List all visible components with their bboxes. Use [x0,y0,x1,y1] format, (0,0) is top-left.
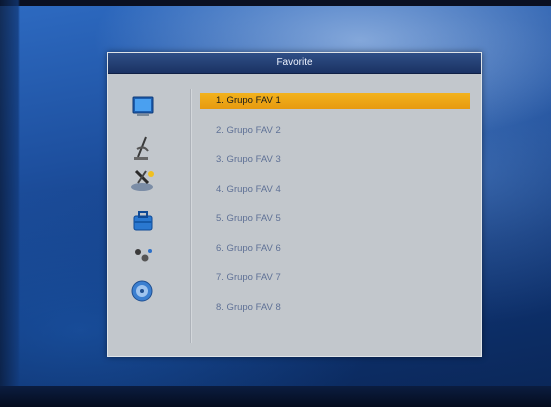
favorite-group-item[interactable]: 5. Grupo FAV 5 [200,211,470,227]
favorite-menu-window: Favorite 1. Grupo FAV 1 2. Grupo FAV 2 3… [107,52,482,357]
favorite-group-item[interactable]: 1. Grupo FAV 1 [200,93,470,109]
favorite-group-item[interactable]: 8. Grupo FAV 8 [200,300,470,316]
satellite-dish-icon[interactable] [128,135,158,160]
favorite-group-label: 8. Grupo FAV 8 [216,301,281,313]
favorite-group-item[interactable]: 4. Grupo FAV 4 [200,182,470,198]
configuration-tools-icon[interactable] [128,165,158,191]
screen-top-edge [0,0,551,6]
toolbox-icon[interactable] [128,209,158,233]
favorite-group-item[interactable]: 6. Grupo FAV 6 [200,241,470,257]
favorite-group-label: 3. Grupo FAV 3 [216,154,281,165]
favorite-group-label: 7. Grupo FAV 7 [216,272,281,283]
favorite-groups-list: 1. Grupo FAV 1 2. Grupo FAV 2 3. Grupo F… [200,93,470,329]
screen-bottom-edge [0,386,551,407]
media-disc-icon[interactable] [128,278,158,302]
column-divider [190,89,192,343]
favorite-group-label: 4. Grupo FAV 4 [216,183,281,195]
favorite-group-label: 2. Grupo FAV 2 [216,124,281,136]
favorite-group-label: 5. Grupo FAV 5 [216,213,281,224]
main-menu-icon-column [128,95,168,340]
favorite-group-item[interactable]: 7. Grupo FAV 7 [200,270,470,286]
favorite-group-label: 1. Grupo FAV 1 [216,95,281,106]
tv-screen-icon[interactable] [128,95,158,119]
favorite-group-item[interactable]: 3. Grupo FAV 3 [200,152,470,168]
screen-left-edge [0,0,20,407]
games-icon[interactable] [128,243,158,267]
favorite-group-item[interactable]: 2. Grupo FAV 2 [200,123,470,139]
window-title: Favorite [108,53,481,74]
favorite-group-label: 6. Grupo FAV 6 [216,242,281,254]
